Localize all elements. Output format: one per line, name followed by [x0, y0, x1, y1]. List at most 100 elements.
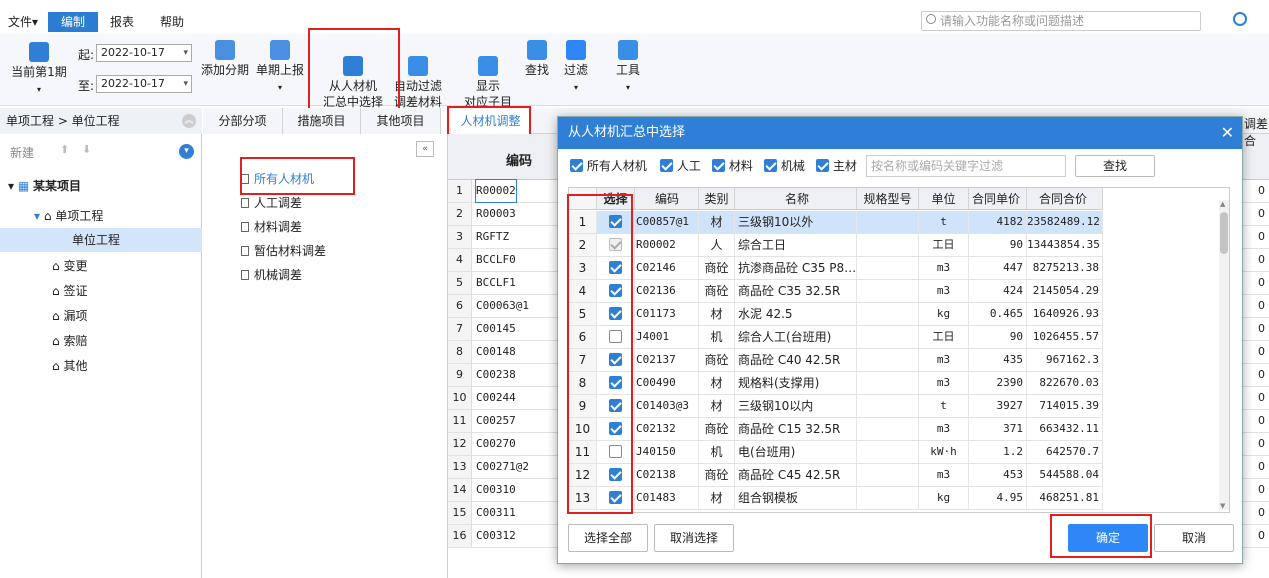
row-select-checkbox[interactable]	[597, 372, 635, 394]
row-select-checkbox[interactable]	[597, 326, 635, 348]
filter-main-material[interactable]: 主材	[816, 158, 857, 174]
row-select-checkbox[interactable]	[597, 257, 635, 279]
checkbox-icon	[609, 468, 622, 481]
row-select-checkbox[interactable]	[597, 441, 635, 463]
cell-total: 967162.3	[1027, 349, 1103, 371]
cell-total: 642570.7	[1027, 441, 1103, 463]
row-number: 7	[569, 349, 597, 371]
start-date-field[interactable]: 2022-10-17 ▾	[96, 44, 192, 62]
table-scrollbar[interactable]: ▲ ▼	[1219, 200, 1229, 510]
row-number: 4	[569, 280, 597, 302]
row-select-checkbox[interactable]	[597, 395, 635, 417]
filter-material[interactable]: 材料	[712, 158, 753, 174]
tree-item-single-project[interactable]: ▾ ⌂ 单项工程	[0, 204, 202, 228]
move-up-icon[interactable]: ⬆	[60, 143, 69, 156]
tree-item-other[interactable]: ⌂ 其他	[0, 354, 202, 378]
filter-all[interactable]: 所有人材机	[570, 158, 647, 174]
tab-other-items[interactable]: 其他项目	[361, 108, 441, 134]
table-row[interactable]: 7 C02137 商砼 商品砼 C40 42.5R m3 435 967162.3	[569, 349, 1103, 372]
collapse-icon[interactable]: ︽	[182, 114, 196, 128]
row-select-checkbox[interactable]	[597, 487, 635, 509]
table-row[interactable]: 2 R00002 人综合工日 工日 90 13443854.35	[569, 234, 1103, 257]
ok-button[interactable]: 确定	[1068, 524, 1148, 552]
row-select-checkbox[interactable]	[597, 303, 635, 325]
title-bar	[0, 0, 1269, 6]
collapse-left-icon[interactable]: «	[416, 141, 434, 157]
show-subitem-button[interactable]: 显示 对应子目	[460, 40, 516, 110]
row-select-checkbox[interactable]	[597, 211, 635, 233]
list-item-labor-adjust[interactable]: 人工调差	[241, 192, 302, 214]
user-icon[interactable]	[1233, 12, 1247, 26]
cancel-button[interactable]: 取消	[1154, 524, 1234, 552]
table-row[interactable]: 6 J4001 机综合人工(台班用) 工日 90 1026455.57	[569, 326, 1103, 349]
new-button[interactable]: 新建	[10, 144, 34, 161]
tree-item-omission[interactable]: ⌂ 漏项	[0, 304, 202, 328]
cell-type: 商砼	[699, 349, 735, 371]
cell-price: 371	[969, 418, 1027, 440]
row-select-checkbox[interactable]	[597, 234, 635, 256]
current-period-button[interactable]: 当前第1期 ▾	[8, 42, 70, 98]
menu-report[interactable]: 报表	[104, 12, 140, 32]
tree-item-claim[interactable]: ⌂ 索赔	[0, 329, 202, 353]
tree-item-project[interactable]: ▾ ▦ 某某项目	[0, 174, 202, 198]
select-from-summary-button[interactable]: 从人材机 汇总中选择	[320, 40, 386, 110]
close-icon[interactable]: ✕	[1221, 117, 1234, 149]
menu-help[interactable]: 帮助	[154, 12, 190, 32]
table-row[interactable]: 8 C00490 材规格料(支撑用) m3 2390 822670.03	[569, 372, 1103, 395]
row-number: 9	[448, 364, 472, 386]
auto-filter-button[interactable]: 自动过滤 调差材料	[390, 40, 446, 110]
row-select-checkbox[interactable]	[597, 418, 635, 440]
cell-spec	[857, 464, 919, 486]
menu-edit[interactable]: 编制	[48, 12, 98, 32]
cell-total: 468251.81	[1027, 487, 1103, 509]
filter-machine[interactable]: 机械	[764, 158, 805, 174]
tree-item-unit-project[interactable]: 单位工程	[0, 228, 202, 252]
deselect-button[interactable]: 取消选择	[654, 524, 734, 552]
table-row[interactable]: 5 C01173 材水泥 42.5 kg 0.465 1640926.93	[569, 303, 1103, 326]
list-item-provisional-adjust[interactable]: 暂估材料调差	[241, 240, 326, 262]
table-row[interactable]: 4 C02136 商砼 商品砼 C35 32.5R m3 424 2145054.29	[569, 280, 1103, 303]
tree-item-change[interactable]: ⌂ 变更	[0, 254, 202, 278]
table-row[interactable]: 9 C01403@3 材三级钢10以内 t 3927 714015.39	[569, 395, 1103, 418]
tab-subdivision[interactable]: 分部分项	[203, 108, 283, 134]
menu-file[interactable]: 文件▾	[2, 12, 44, 32]
single-report-button[interactable]: 单期上报 ▾	[255, 40, 305, 96]
list-item-all-materials[interactable]: 所有人材机	[241, 168, 314, 190]
tab-labor-material-adjust[interactable]: 人材机调整	[451, 108, 531, 134]
expand-down-icon[interactable]: ▾	[179, 144, 194, 159]
row-select-checkbox[interactable]	[597, 280, 635, 302]
list-item-material-adjust[interactable]: 材料调差	[241, 216, 302, 238]
row-adjust-total: 0	[1258, 230, 1265, 243]
filter-button[interactable]: 过滤 ▾	[560, 40, 592, 96]
keyword-filter-input[interactable]: 按名称或编码关键字过滤	[866, 155, 1066, 177]
table-row[interactable]: 3 C02146 商砼 抗渗商品砼 C35 P8… m3 447 8275213.38	[569, 257, 1103, 280]
row-number: 5	[569, 303, 597, 325]
table-row[interactable]: 12 C02138 商砼 商品砼 C45 42.5R m3 453 544588.04	[569, 464, 1103, 487]
add-period-button[interactable]: 添加分期	[200, 40, 250, 78]
tools-button[interactable]: 工具 ▾	[612, 40, 644, 96]
row-select-checkbox[interactable]	[597, 464, 635, 486]
table-row[interactable]: 13 C01483 材组合钢模板 kg 4.95 468251.81	[569, 487, 1103, 510]
select-all-button[interactable]: 选择全部	[568, 524, 648, 552]
checkbox-icon	[764, 159, 777, 172]
tree-item-visa[interactable]: ⌂ 签证	[0, 279, 202, 303]
move-down-icon[interactable]: ⬇	[82, 143, 91, 156]
checkbox-icon	[712, 159, 725, 172]
cell-type: 商砼	[699, 257, 735, 279]
scrollbar-thumb[interactable]	[1220, 212, 1228, 254]
list-item-machine-adjust[interactable]: 机械调差	[241, 264, 302, 286]
table-row[interactable]: 10 C02132 商砼 商品砼 C15 32.5R m3 371 663432.11	[569, 418, 1103, 441]
function-search-input[interactable]: 请输入功能名称或问题描述	[921, 11, 1201, 31]
filter-labor[interactable]: 人工	[660, 158, 701, 174]
tab-measures[interactable]: 措施项目	[283, 108, 361, 134]
cell-total: 1026455.57	[1027, 326, 1103, 348]
table-row[interactable]: 1 C00857@1 材三级钢10以外 t 4182 23582489.12	[569, 211, 1103, 234]
find-button[interactable]: 查找	[1075, 155, 1155, 177]
find-button[interactable]: 查找	[522, 40, 552, 78]
table-row[interactable]: 11 J40150 机电(台班用) kW·h 1.2 642570.7	[569, 441, 1103, 464]
end-date-field[interactable]: 2022-10-17 ▾	[96, 75, 192, 93]
cell-unit: m3	[919, 464, 969, 486]
row-select-checkbox[interactable]	[597, 349, 635, 371]
cell-code: C02137	[635, 349, 699, 371]
checkbox-icon	[816, 159, 829, 172]
